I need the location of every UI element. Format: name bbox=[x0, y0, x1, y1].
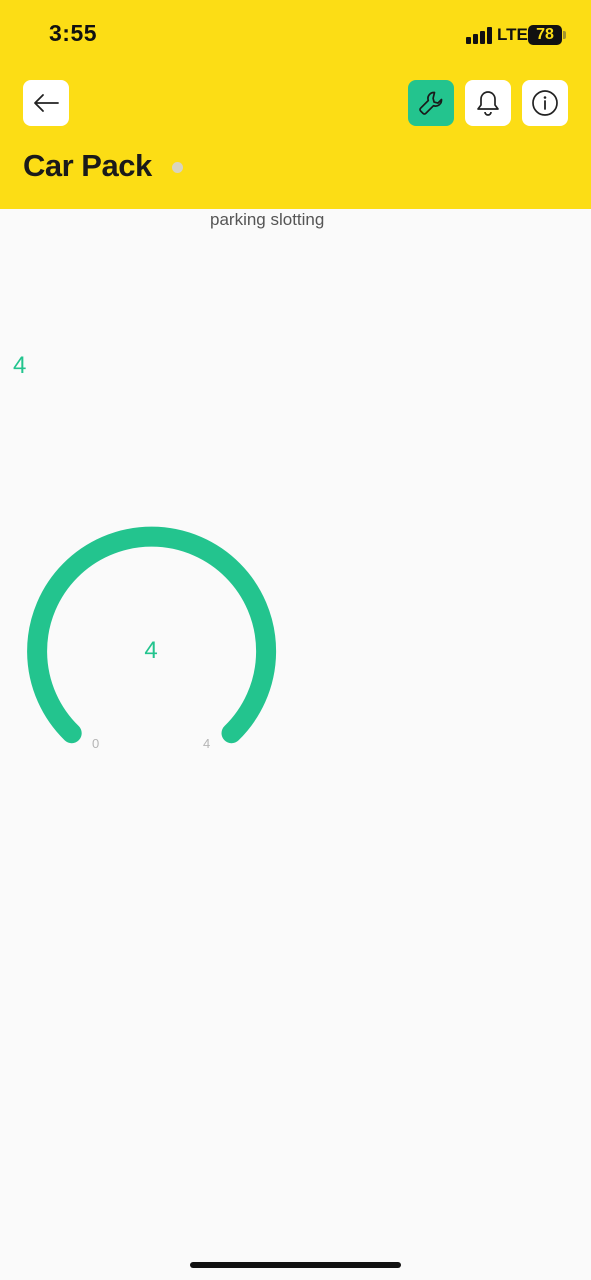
bell-icon bbox=[477, 91, 499, 116]
device-status-dot bbox=[172, 162, 183, 173]
status-time: 3:55 bbox=[49, 20, 98, 46]
gauge-arc bbox=[27, 526, 277, 744]
app-header: 3:55 LTE 78 Car Pack bbox=[0, 0, 591, 209]
device-settings-button[interactable] bbox=[408, 80, 454, 126]
info-icon bbox=[532, 90, 558, 116]
gauge-value: 4 bbox=[144, 637, 158, 664]
value-display-widget[interactable]: 4 bbox=[13, 352, 26, 380]
gauge-max-label: 4 bbox=[203, 736, 211, 751]
gauge-min-label: 0 bbox=[92, 736, 100, 751]
back-button[interactable] bbox=[23, 80, 69, 126]
cellular-signal-icon bbox=[466, 27, 492, 44]
info-button[interactable] bbox=[522, 80, 568, 126]
network-type: LTE bbox=[497, 25, 528, 44]
notifications-button[interactable] bbox=[465, 80, 511, 126]
back-arrow-icon bbox=[34, 94, 59, 112]
battery-level: 78 bbox=[536, 26, 554, 43]
label-widget[interactable]: parking slotting bbox=[210, 210, 324, 230]
wrench-icon bbox=[419, 91, 443, 115]
battery-cap bbox=[563, 31, 566, 39]
page-title: Car Pack bbox=[23, 148, 152, 183]
battery-icon: 78 bbox=[528, 25, 562, 45]
home-indicator[interactable] bbox=[190, 1262, 401, 1268]
